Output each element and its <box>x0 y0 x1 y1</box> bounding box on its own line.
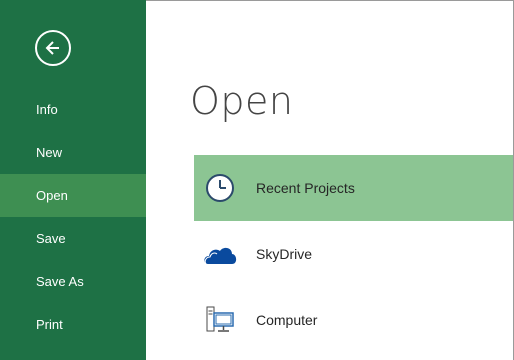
place-label: Computer <box>256 312 318 328</box>
nav-item-label: Print <box>36 317 63 332</box>
place-computer[interactable]: Computer <box>194 287 513 353</box>
nav-item-save[interactable]: Save <box>0 217 146 260</box>
cloud-icon <box>202 238 238 270</box>
nav-item-label: Save <box>36 231 66 246</box>
nav-item-info[interactable]: Info <box>0 88 146 131</box>
place-skydrive[interactable]: SkyDrive <box>194 221 513 287</box>
place-label: SkyDrive <box>256 246 313 262</box>
backstage-open-page: Info New Open Save Save As Print Open Re… <box>0 0 514 360</box>
back-arrow-icon <box>45 41 59 55</box>
page-title: Open <box>190 79 294 123</box>
nav-item-new[interactable]: New <box>0 131 146 174</box>
window-top-border <box>146 0 514 1</box>
clock-icon <box>202 172 238 204</box>
back-button[interactable] <box>35 30 71 66</box>
backstage-nav: Info New Open Save Save As Print <box>0 88 146 346</box>
nav-item-print[interactable]: Print <box>0 303 146 346</box>
nav-item-label: Info <box>36 102 58 117</box>
nav-item-label: Save As <box>36 274 84 289</box>
place-recent-projects[interactable]: Recent Projects <box>194 155 513 221</box>
nav-item-open[interactable]: Open <box>0 174 146 217</box>
place-label: Recent Projects <box>256 180 355 196</box>
computer-icon <box>202 304 238 336</box>
nav-item-label: Open <box>36 188 68 203</box>
open-places-list: Recent Projects SkyDrive Computer <box>194 155 513 353</box>
backstage-sidebar: Info New Open Save Save As Print <box>0 0 146 360</box>
nav-item-save-as[interactable]: Save As <box>0 260 146 303</box>
nav-item-label: New <box>36 145 63 160</box>
